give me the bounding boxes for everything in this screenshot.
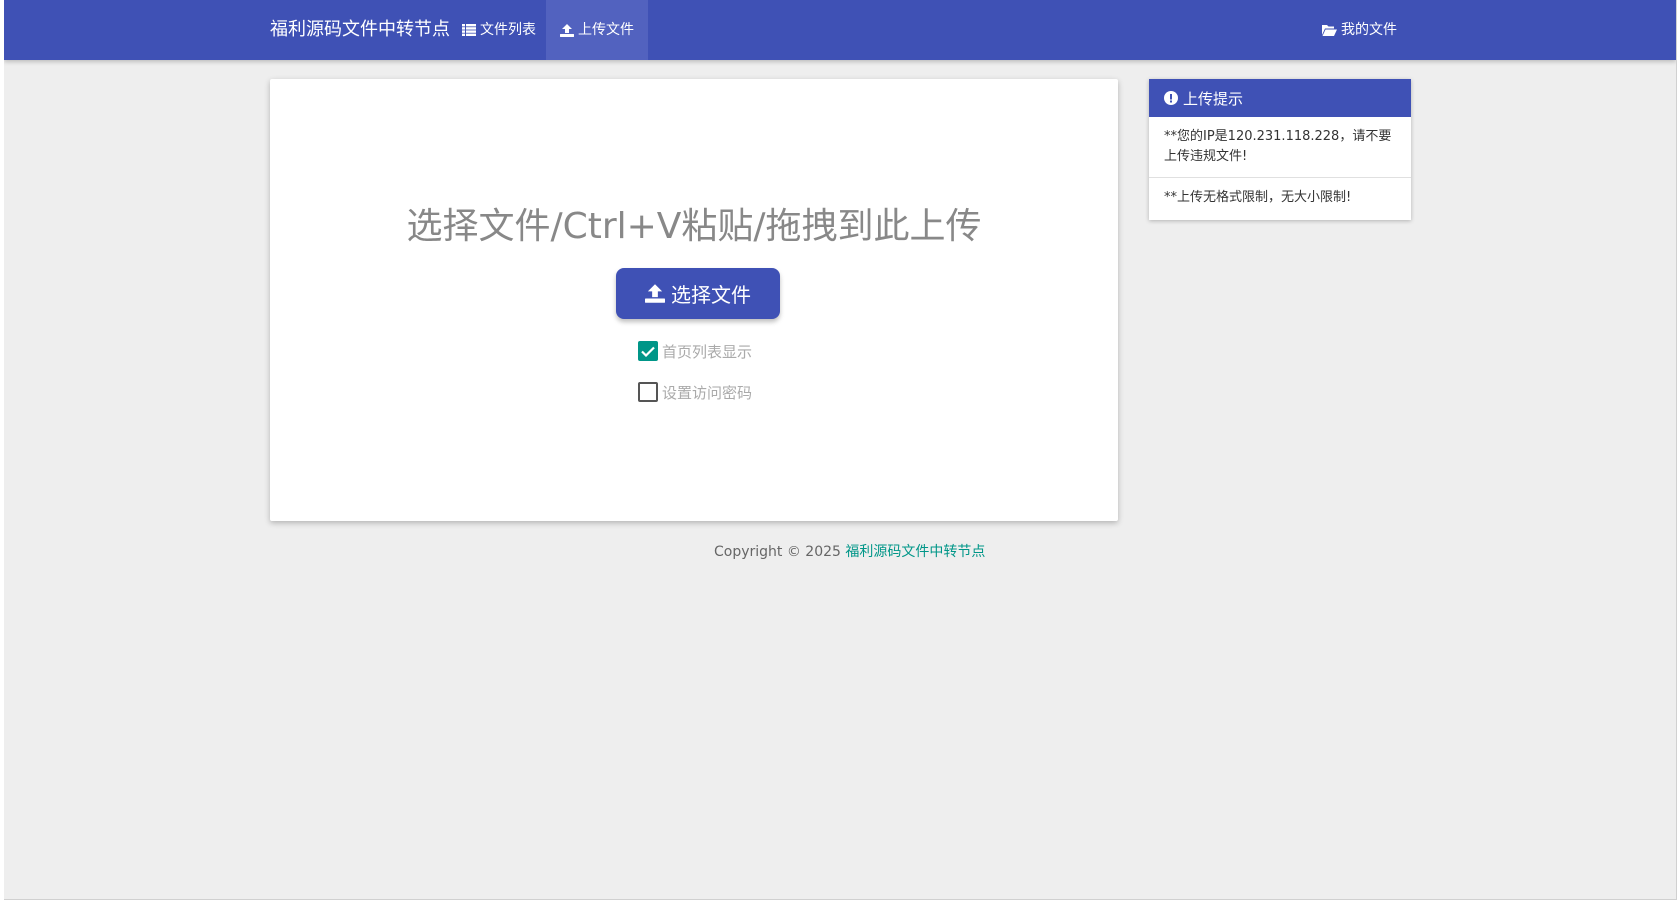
nav-file-list[interactable]: 文件列表 [448, 0, 550, 60]
folder-open-icon [1322, 25, 1337, 36]
tips-header: 上传提示 [1149, 79, 1411, 117]
nav-my-files[interactable]: 我的文件 [1308, 0, 1411, 60]
check-icon [641, 346, 655, 357]
footer: Copyright © 2025 福利源码文件中转节点 [714, 541, 985, 561]
top-navbar: 福利源码文件中转节点 文件列表 上传文件 我的文件 [4, 0, 1676, 60]
nav-file-list-label: 文件列表 [480, 22, 536, 38]
set-password-checkbox[interactable] [638, 382, 658, 402]
upload-icon [645, 284, 665, 303]
upload-tips-panel: 上传提示 **您的IP是120.231.118.228，请不要上传违规文件! *… [1149, 79, 1411, 220]
set-password-label: 设置访问密码 [662, 383, 753, 402]
brand-title[interactable]: 福利源码文件中转节点 [270, 0, 450, 60]
select-file-button[interactable]: 选择文件 [616, 268, 780, 319]
page-frame: 福利源码文件中转节点 文件列表 上传文件 我的文件 选择文件/Ctrl+V粘贴/… [4, 0, 1677, 900]
show-on-home-label: 首页列表显示 [662, 342, 753, 361]
nav-upload[interactable]: 上传文件 [546, 0, 648, 60]
nav-upload-label: 上传文件 [578, 22, 634, 38]
show-on-home-checkbox-row[interactable]: 首页列表显示 [638, 339, 752, 363]
nav-my-files-label: 我的文件 [1341, 22, 1397, 38]
copyright-text: Copyright © 2025 [714, 544, 841, 560]
set-password-checkbox-row[interactable]: 设置访问密码 [638, 380, 752, 404]
upload-drop-zone[interactable]: 选择文件/Ctrl+V粘贴/拖拽到此上传 选择文件 首页列表显示 设置访问密码 [270, 79, 1118, 521]
list-icon [462, 24, 476, 36]
exclamation-circle-icon [1164, 91, 1178, 105]
footer-site-link[interactable]: 福利源码文件中转节点 [845, 544, 985, 560]
upload-icon [560, 23, 574, 37]
tip-ip-warning: **您的IP是120.231.118.228，请不要上传违规文件! [1164, 129, 1392, 164]
tip-no-limit: **上传无格式限制，无大小限制! [1149, 177, 1411, 218]
tips-title: 上传提示 [1183, 89, 1244, 108]
select-file-label: 选择文件 [671, 283, 751, 307]
upload-instruction: 选择文件/Ctrl+V粘贴/拖拽到此上传 [406, 206, 982, 247]
show-on-home-checkbox[interactable] [638, 341, 658, 361]
